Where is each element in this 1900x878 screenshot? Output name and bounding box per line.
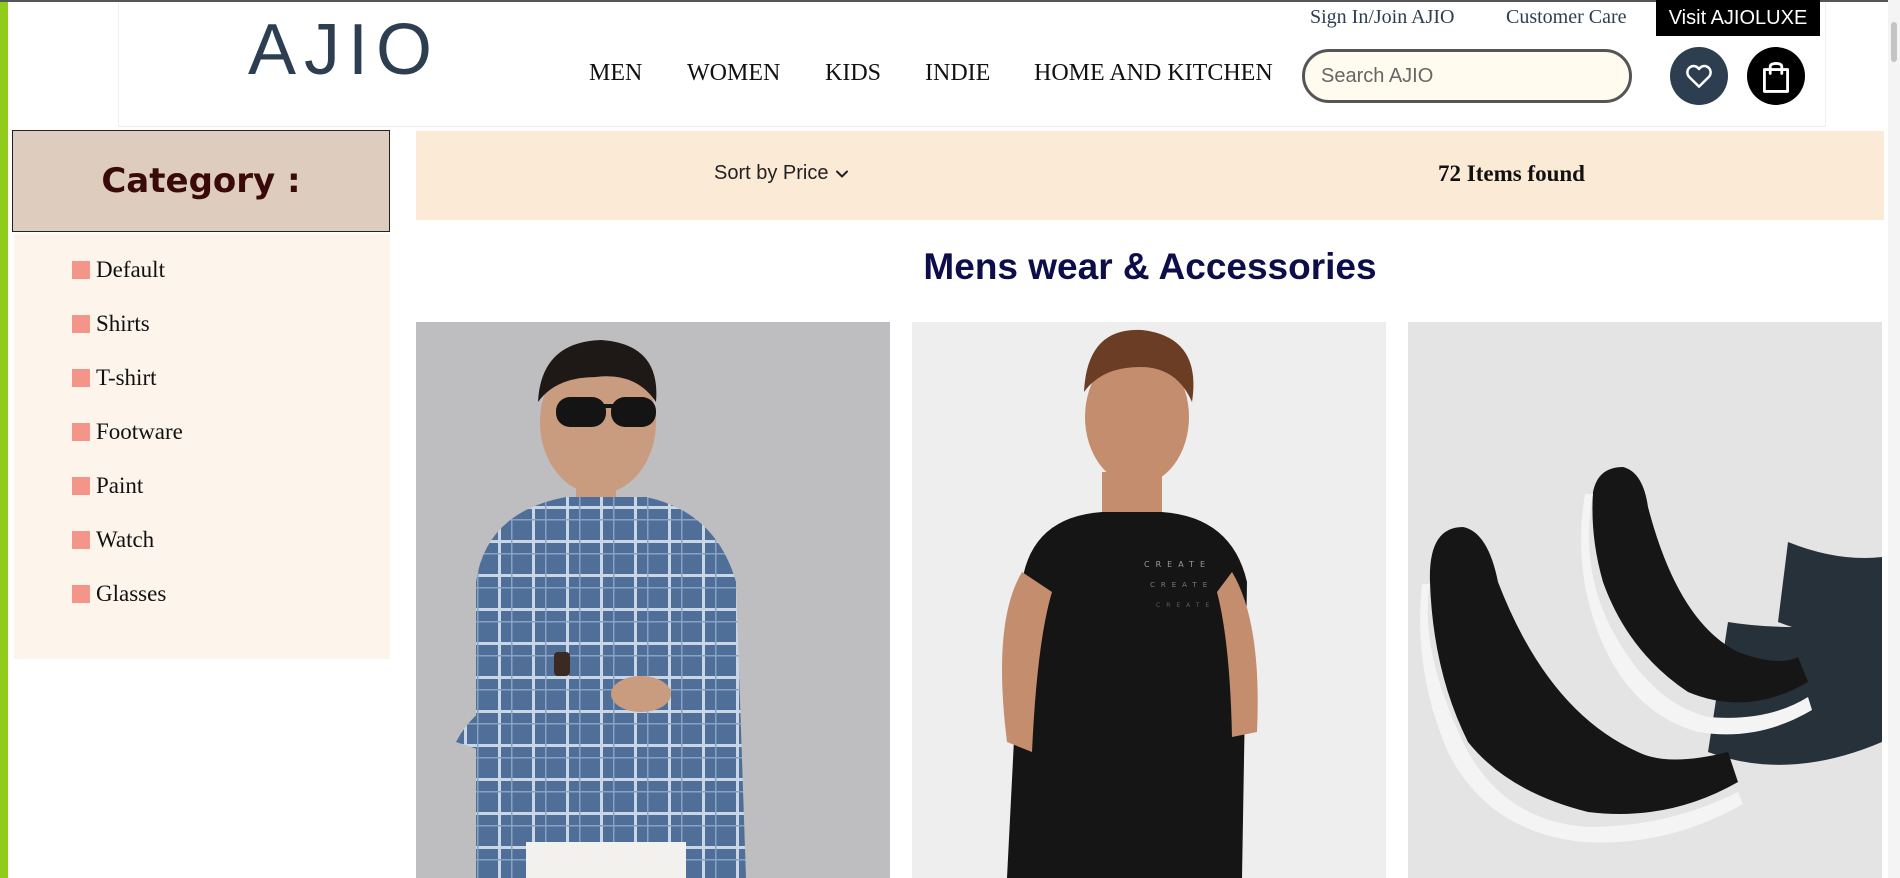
sort-by-price-dropdown[interactable]: Sort by Price <box>714 162 850 185</box>
product-image-black-tshirt: CREATE CREATE CREATE <box>912 322 1386 878</box>
heart-icon <box>1686 64 1712 88</box>
category-bullet <box>72 585 90 603</box>
category-bullet <box>72 531 90 549</box>
shopping-bag-icon <box>1763 62 1789 93</box>
svg-text:CREATE: CREATE <box>1150 581 1213 589</box>
ajio-logo[interactable]: AJIO <box>248 14 440 86</box>
category-item-t-shirt[interactable]: T-shirt <box>72 365 157 391</box>
cart-button[interactable] <box>1747 47 1805 105</box>
scrollbar[interactable] <box>1888 0 1900 878</box>
category-item-paint[interactable]: Paint <box>72 473 143 499</box>
category-item-watch[interactable]: Watch <box>72 527 154 553</box>
nav-women[interactable]: WOMEN <box>687 60 780 87</box>
search-input[interactable] <box>1302 49 1632 103</box>
sort-label: Sort by Price <box>714 162 829 184</box>
category-label: Paint <box>96 473 144 498</box>
product-image-checked-shirt <box>416 322 890 878</box>
category-item-default[interactable]: Default <box>72 257 165 283</box>
category-label: Watch <box>96 527 155 552</box>
category-item-glasses[interactable]: Glasses <box>72 581 166 607</box>
wishlist-button[interactable] <box>1670 47 1728 105</box>
product-card-shirt[interactable] <box>416 322 890 878</box>
category-label: Default <box>96 257 165 282</box>
category-header: Category : <box>12 130 390 232</box>
nav-home-and-kitchen[interactable]: HOME AND KITCHEN <box>1034 60 1273 87</box>
category-item-footware[interactable]: Footware <box>72 419 183 445</box>
page-left-accent <box>0 0 8 878</box>
nav-indie[interactable]: INDIE <box>925 60 990 87</box>
category-item-shirts[interactable]: Shirts <box>72 311 150 337</box>
sign-in-link[interactable]: Sign In/Join AJIO <box>1310 6 1454 29</box>
category-list: Default Shirts T-shirt Footware Paint Wa… <box>14 234 390 659</box>
product-card-footwear[interactable] <box>1408 322 1882 878</box>
category-title: Category : <box>101 161 301 201</box>
category-label: Shirts <box>96 311 150 336</box>
scrollbar-thumb[interactable] <box>1891 22 1897 62</box>
category-label: Footware <box>96 419 183 444</box>
product-image-black-sneakers <box>1408 322 1882 878</box>
nav-men[interactable]: MEN <box>589 60 642 87</box>
svg-text:CREATE: CREATE <box>1156 602 1215 609</box>
category-bullet <box>72 477 90 495</box>
chevron-down-icon <box>836 170 849 177</box>
category-label: Glasses <box>96 581 167 606</box>
sort-bar: Sort by Price 72 Items found <box>416 131 1884 220</box>
items-found-count: 72 Items found <box>1438 161 1585 186</box>
customer-care-link[interactable]: Customer Care <box>1506 6 1627 29</box>
visit-ajioluxe-button[interactable]: Visit AJIOLUXE <box>1656 0 1820 36</box>
category-label: T-shirt <box>96 365 157 390</box>
category-bullet <box>72 423 90 441</box>
nav-kids[interactable]: KIDS <box>825 60 881 87</box>
category-bullet <box>72 369 90 387</box>
category-bullet <box>72 315 90 333</box>
category-bullet <box>72 261 90 279</box>
product-card-tshirt[interactable]: CREATE CREATE CREATE <box>912 322 1386 878</box>
section-title: Mens wear & Accessories <box>923 246 1377 287</box>
svg-text:CREATE: CREATE <box>1144 560 1211 569</box>
